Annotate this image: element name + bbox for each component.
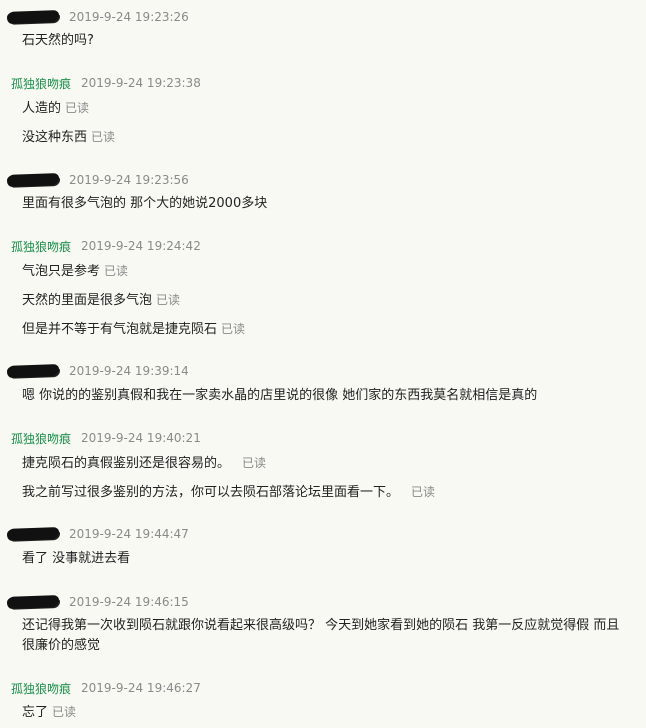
redacted-username [6,527,60,541]
message-timestamp: 2019-9-24 19:23:56 [69,173,189,187]
message-text[interactable]: 但是并不等于有气泡就是捷克陨石 已读 [22,319,632,340]
message-line: 我之前写过很多鉴别的方法，你可以去陨石部落论坛里面看一下。 [22,485,400,500]
message-timestamp: 2019-9-24 19:46:27 [81,681,201,695]
redacted-username [6,173,60,187]
message-header: 2019-9-24 19:23:26 [0,7,189,27]
read-status: 已读 [52,705,77,719]
sender-name[interactable]: 孤独狼吻痕 [11,238,71,255]
message-text[interactable]: 气泡只是参考 已读 [22,261,632,282]
sender-name[interactable]: 孤独狼吻痕 [11,430,71,447]
message-timestamp: 2019-9-24 19:46:15 [69,595,189,609]
message-text[interactable]: 忘了 已读 [22,702,632,723]
redacted-username [6,10,60,24]
message-timestamp: 2019-9-24 19:39:14 [69,364,189,378]
message-text[interactable]: 我之前写过很多鉴别的方法，你可以去陨石部落论坛里面看一下。 已读 [22,482,632,503]
message-header: 2019-9-24 19:23:56 [0,170,189,190]
message-line: 看了 没事就进去看 [22,551,131,566]
message-header: 2019-9-24 19:46:15 [0,592,189,612]
message-text[interactable]: 石天然的吗? [22,31,632,51]
message-text[interactable]: 看了 没事就进去看 [22,549,632,569]
chat-history: 2019-9-24 19:23:26 石天然的吗? 孤独狼吻痕 2019-9-2… [0,0,646,728]
message-line: 天然的里面是很多气泡 [22,293,153,308]
read-status: 已读 [91,130,116,144]
message-header: 2019-9-24 19:39:14 [0,361,189,381]
message-text[interactable]: 没这种东西 已读 [22,127,632,148]
message-line: 里面有很多气泡的 那个大的她说2000多块 [22,196,268,211]
message-line: 石天然的吗? [22,33,94,48]
read-status: 已读 [242,456,267,470]
redacted-username [6,364,60,378]
message-timestamp: 2019-9-24 19:23:38 [81,76,201,90]
message-timestamp: 2019-9-24 19:44:47 [69,527,189,541]
read-status: 已读 [221,322,246,336]
message-timestamp: 2019-9-24 19:23:26 [69,10,189,24]
read-status: 已读 [156,293,181,307]
message-line: 人造的 [22,101,62,116]
message-line: 但是并不等于有气泡就是捷克陨石 [22,322,218,337]
message-text[interactable]: 嗯 你说的的鉴别真假和我在一家卖水晶的店里说的很像 她们家的东西我莫名就相信是真… [22,386,632,406]
message-line: 没这种东西 [22,130,88,145]
message-text[interactable]: 天然的里面是很多气泡 已读 [22,290,632,311]
read-status: 已读 [104,264,129,278]
message-timestamp: 2019-9-24 19:24:42 [81,239,201,253]
message-line: 气泡只是参考 [22,264,101,279]
message-line: 捷克陨石的真假鉴别还是很容易的。 [22,456,231,471]
message-line: 还记得我第一次收到陨石就跟你说看起来很高级吗？ 今天到她家看到她的陨石 我第一反… [22,618,620,653]
message-header: 孤独狼吻痕 2019-9-24 19:23:38 [0,73,201,93]
message-header: 2019-9-24 19:44:47 [0,524,189,544]
message-text[interactable]: 人造的 已读 [22,98,632,119]
message-text[interactable]: 捷克陨石的真假鉴别还是很容易的。 已读 [22,453,632,474]
message-header: 孤独狼吻痕 2019-9-24 19:40:21 [0,428,201,448]
message-text[interactable]: 还记得我第一次收到陨石就跟你说看起来很高级吗？ 今天到她家看到她的陨石 我第一反… [22,616,622,656]
message-header: 孤独狼吻痕 2019-9-24 19:24:42 [0,236,201,256]
sender-name[interactable]: 孤独狼吻痕 [11,75,71,92]
read-status: 已读 [411,485,436,499]
message-timestamp: 2019-9-24 19:40:21 [81,431,201,445]
message-line: 忘了 [22,705,49,720]
sender-name[interactable]: 孤独狼吻痕 [11,680,71,697]
message-text[interactable]: 里面有很多气泡的 那个大的她说2000多块 [22,194,632,214]
message-line: 嗯 你说的的鉴别真假和我在一家卖水晶的店里说的很像 她们家的东西我莫名就相信是真… [22,388,538,403]
read-status: 已读 [65,101,90,115]
redacted-username [6,595,60,609]
message-header: 孤独狼吻痕 2019-9-24 19:46:27 [0,678,201,698]
